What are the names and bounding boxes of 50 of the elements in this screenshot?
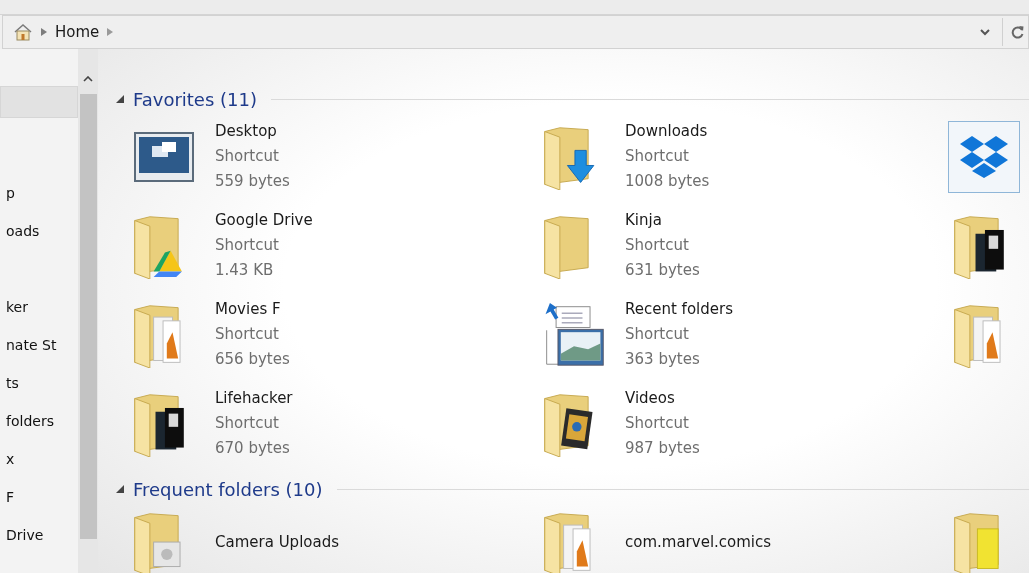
item-type: Shortcut [625, 324, 690, 345]
item-name[interactable]: com.marvel.comics [625, 529, 772, 555]
scrollbar[interactable] [78, 49, 98, 573]
item-size: 559 bytes [215, 171, 290, 192]
item-name[interactable]: Camera Uploads [215, 529, 339, 555]
group-header[interactable]: Favorites (11) [133, 88, 257, 110]
item-size: 631 bytes [625, 260, 700, 281]
nav-item[interactable]: p [0, 174, 78, 212]
group-header[interactable]: Frequent folders (10) [133, 478, 323, 500]
scrollbar-thumb[interactable] [79, 94, 97, 539]
refresh-icon[interactable] [1011, 25, 1025, 39]
item-name[interactable]: Google Drive [215, 208, 313, 233]
item-name[interactable]: Desktop [215, 119, 290, 144]
item-size: 1008 bytes [625, 171, 710, 192]
chevron-icon[interactable] [41, 28, 47, 36]
open-box-icon[interactable] [959, 135, 1009, 179]
item-name[interactable]: Movies F [215, 297, 290, 322]
nav-item[interactable]: ts [0, 364, 78, 402]
item-name[interactable]: Kinja [625, 208, 700, 233]
house-icon [13, 23, 33, 41]
address-bar[interactable]: Home [2, 15, 1029, 49]
item-type: Shortcut [215, 235, 280, 256]
item-type: Shortcut [625, 413, 690, 434]
item-name[interactable]: Lifehacker [215, 386, 293, 411]
item-size: 656 bytes [215, 349, 290, 370]
dropdown-icon[interactable] [980, 28, 990, 36]
monitor-icon[interactable] [134, 132, 194, 182]
nav-item[interactable]: ker [0, 288, 78, 326]
nav-item[interactable]: x [0, 440, 78, 478]
item-type: Shortcut [215, 324, 280, 345]
nav-item[interactable]: F [0, 478, 78, 516]
nav-item[interactable]: nate St [0, 326, 78, 364]
item-size: 363 bytes [625, 349, 701, 370]
item-type: Shortcut [215, 146, 280, 167]
item-size: 670 bytes [215, 438, 291, 459]
item-size: 1.43 KB [215, 260, 275, 281]
nav-item[interactable]: Drive [0, 516, 78, 554]
item-name[interactable]: Videos [625, 386, 700, 411]
item-name[interactable]: Downloads [625, 119, 710, 144]
chevron-icon[interactable] [107, 28, 114, 36]
item-type: Shortcut [625, 235, 690, 256]
item-size: 987 bytes [625, 438, 700, 459]
nav-item[interactable]: folders [0, 402, 78, 440]
item-name[interactable]: Recent folders [625, 297, 733, 322]
nav-item[interactable]: oads [0, 212, 78, 250]
collapse-icon[interactable] [116, 95, 124, 103]
item-type: Shortcut [625, 146, 690, 167]
breadcrumb[interactable]: Home [55, 23, 100, 41]
item-type: Shortcut [215, 413, 280, 434]
collapse-icon[interactable] [116, 485, 124, 493]
